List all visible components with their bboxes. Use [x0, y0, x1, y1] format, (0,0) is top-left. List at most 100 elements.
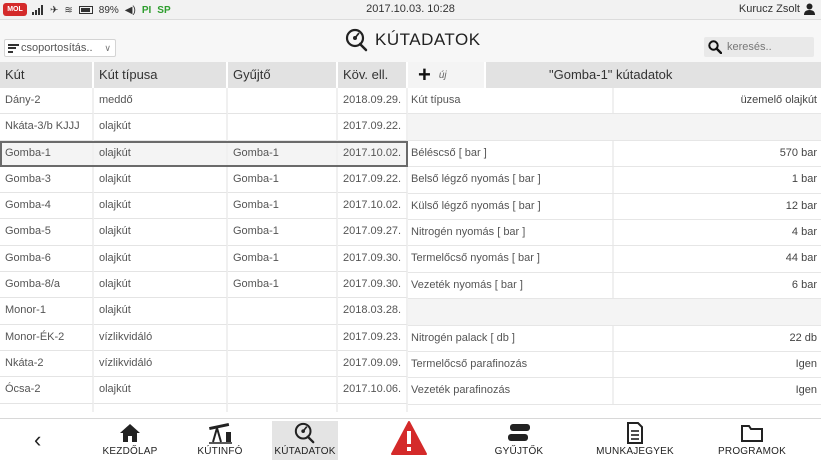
column-header-kut[interactable]: Kút	[0, 62, 94, 88]
add-new-button[interactable]: + új	[408, 62, 484, 88]
table-row[interactable]: Gomba-3 olajkút Gomba-1 2017.09.22.	[0, 166, 408, 194]
user-info[interactable]: Kurucz Zsolt	[739, 3, 815, 15]
table-row[interactable]: Nkáta-3/b KJJJ olajkút 2017.09.22.	[0, 114, 408, 141]
table-row[interactable]	[0, 403, 408, 412]
cell-kut	[0, 403, 94, 412]
table-row[interactable]: Gomba-5 olajkút Gomba-1 2017.09.27.	[0, 219, 408, 246]
cell-kut-tipusa: vízlikvidáló	[94, 324, 228, 351]
nav-programok[interactable]: PROGRAMOK	[712, 421, 792, 460]
well-detail-panel: + új "Gomba-1" kútadatok Kút típusa üzeme…	[408, 62, 821, 412]
cell-kut: Dány-2	[0, 88, 94, 115]
table-row[interactable]: Dány-2 meddő 2018.09.29.	[0, 88, 408, 115]
chevron-down-icon: ∨	[104, 42, 111, 53]
group-by-value: csoportosítás..	[21, 42, 93, 54]
detail-row[interactable]: Vezeték nyomás [ bar ] 6 bar	[408, 272, 821, 300]
table-row[interactable]: Monor-1 olajkút 2018.03.28.	[0, 298, 408, 325]
detail-value: 570 bar	[779, 146, 817, 159]
detail-row[interactable]: Vezeték parafinozás Igen	[408, 378, 821, 405]
column-header-kut-tipusa[interactable]: Kút típusa	[94, 62, 228, 88]
cell-gyujto	[228, 403, 338, 412]
detail-label: Nitrogén nyomás [ bar ]	[408, 219, 614, 246]
detail-header: + új "Gomba-1" kútadatok	[408, 62, 821, 88]
page-header: csoportosítás.. ∨ KÚTADATOK	[0, 20, 821, 62]
cell-kut: Gomba-1	[0, 140, 94, 167]
cell-gyujto: Gomba-1	[228, 219, 338, 246]
bottom-navigation: ‹ KEZDŐLAP KÚTINFÓ KÚTADATOK GYŰJTŐK MUN…	[0, 418, 821, 461]
cell-kut: Gomba-3	[0, 166, 94, 194]
table-row[interactable]: Nkáta-2 vízlikvidáló 2017.09.09.	[0, 350, 408, 378]
warning-icon	[391, 421, 427, 455]
detail-value: 1 bar	[791, 173, 817, 186]
column-header-kov-ell[interactable]: Köv. ell.	[338, 62, 408, 88]
detail-spacer	[408, 114, 821, 141]
back-button[interactable]: ‹	[34, 427, 41, 453]
cell-kut: Gomba-6	[0, 245, 94, 273]
nav-label: GYŰJTŐK	[494, 446, 544, 457]
table-body: Dány-2 meddő 2018.09.29. Nkáta-3/b KJJJ olaj…	[0, 88, 408, 412]
table-row[interactable]: Ócsa-2 olajkút 2017.10.06.	[0, 377, 408, 404]
cell-kut-tipusa: olajkút	[94, 219, 228, 246]
nav-label: MUNKAJEGYEK	[596, 446, 674, 457]
search-input[interactable]	[727, 41, 807, 53]
detail-row[interactable]: Termelőcső nyomás [ bar ] 44 bar	[408, 246, 821, 273]
page-title-group: KÚTADATOK	[345, 28, 481, 52]
cell-gyujto	[228, 377, 338, 404]
nav-kezdolap[interactable]: KEZDŐLAP	[100, 421, 160, 460]
detail-value: 4 bar	[791, 225, 817, 238]
cell-kut-tipusa: meddő	[94, 88, 228, 115]
search-box[interactable]	[704, 37, 814, 57]
cell-kut: Nkáta-2	[0, 350, 94, 378]
table-row[interactable]: Gomba-8/a olajkút Gomba-1 2017.09.30.	[0, 272, 408, 299]
table-row[interactable]: Gomba-1 olajkút Gomba-1 2017.10.02.	[0, 140, 408, 167]
wells-table: Kút Kút típusa Gyűjtő Köv. ell. Dány-2 me…	[0, 62, 408, 412]
user-name: Kurucz Zsolt	[738, 3, 800, 15]
cell-gyujto	[228, 298, 338, 325]
detail-value: 22 db	[789, 331, 817, 344]
detail-value: Igen	[795, 357, 817, 370]
nav-warning[interactable]	[388, 420, 430, 459]
nav-kutinfo[interactable]: KÚTINFÓ	[190, 421, 250, 460]
detail-value: üzemelő olajkút	[740, 94, 817, 106]
detail-label: Vezeték nyomás [ bar ]	[408, 272, 614, 299]
cell-kut: Gomba-5	[0, 219, 94, 246]
nav-gyujtok[interactable]: GYŰJTŐK	[488, 421, 550, 460]
detail-label: Nitrogén palack [ db ]	[408, 325, 614, 351]
column-header-gyujto[interactable]: Gyűjtő	[228, 62, 338, 88]
cell-kov-ell: 2017.09.27.	[338, 219, 408, 246]
detail-label: Termelőcső parafinozás	[408, 351, 614, 378]
cell-kov-ell: 2017.09.23.	[338, 324, 408, 351]
detail-row[interactable]: Kút típusa üzemelő olajkút	[408, 88, 821, 115]
detail-row[interactable]: Nitrogén nyomás [ bar ] 4 bar	[408, 219, 821, 247]
detail-row[interactable]: Külső légző nyomás [ bar ] 12 bar	[408, 193, 821, 220]
cell-gyujto: Gomba-1	[228, 245, 338, 273]
cell-kov-ell: 2017.10.02.	[338, 140, 408, 167]
collector-icon	[508, 424, 530, 441]
pumpjack-icon	[209, 422, 232, 444]
cell-kov-ell: 2017.10.02.	[338, 193, 408, 220]
nav-label: PROGRAMOK	[718, 446, 786, 457]
group-by-select[interactable]: csoportosítás.. ∨	[4, 39, 116, 57]
detail-label: Külső légző nyomás [ bar ]	[408, 193, 614, 219]
nav-munkajegyek[interactable]: MUNKAJEGYEK	[595, 421, 675, 460]
cell-kut-tipusa: olajkút	[94, 114, 228, 141]
cell-gyujto	[228, 114, 338, 141]
cell-kov-ell: 2017.09.22.	[338, 114, 408, 141]
nav-kutadatok[interactable]: KÚTADATOK	[272, 421, 338, 460]
cell-kut: Nkáta-3/b KJJJ	[0, 114, 94, 141]
table-row[interactable]: Monor-ÉK-2 vízlikvidáló 2017.09.23.	[0, 324, 408, 351]
table-row[interactable]: Gomba-4 olajkút Gomba-1 2017.10.02.	[0, 193, 408, 220]
cell-kut: Gomba-8/a	[0, 272, 94, 299]
table-row[interactable]: Gomba-6 olajkút Gomba-1 2017.09.30.	[0, 245, 408, 273]
cell-kut-tipusa: olajkút	[94, 377, 228, 404]
gauge-icon	[345, 28, 368, 52]
cell-kov-ell: 2018.09.29.	[338, 88, 408, 115]
detail-row[interactable]: Nitrogén palack [ db ] 22 db	[408, 325, 821, 352]
cell-gyujto	[228, 324, 338, 351]
cell-gyujto: Gomba-1	[228, 166, 338, 194]
detail-row[interactable]: Termelőcső parafinozás Igen	[408, 351, 821, 379]
cell-kut-tipusa: olajkút	[94, 140, 228, 167]
detail-row[interactable]: Béléscső [ bar ] 570 bar	[408, 140, 821, 168]
nav-label: KÚTADATOK	[274, 446, 336, 457]
detail-row[interactable]: Belső légző nyomás [ bar ] 1 bar	[408, 167, 821, 194]
folder-icon	[741, 425, 763, 442]
